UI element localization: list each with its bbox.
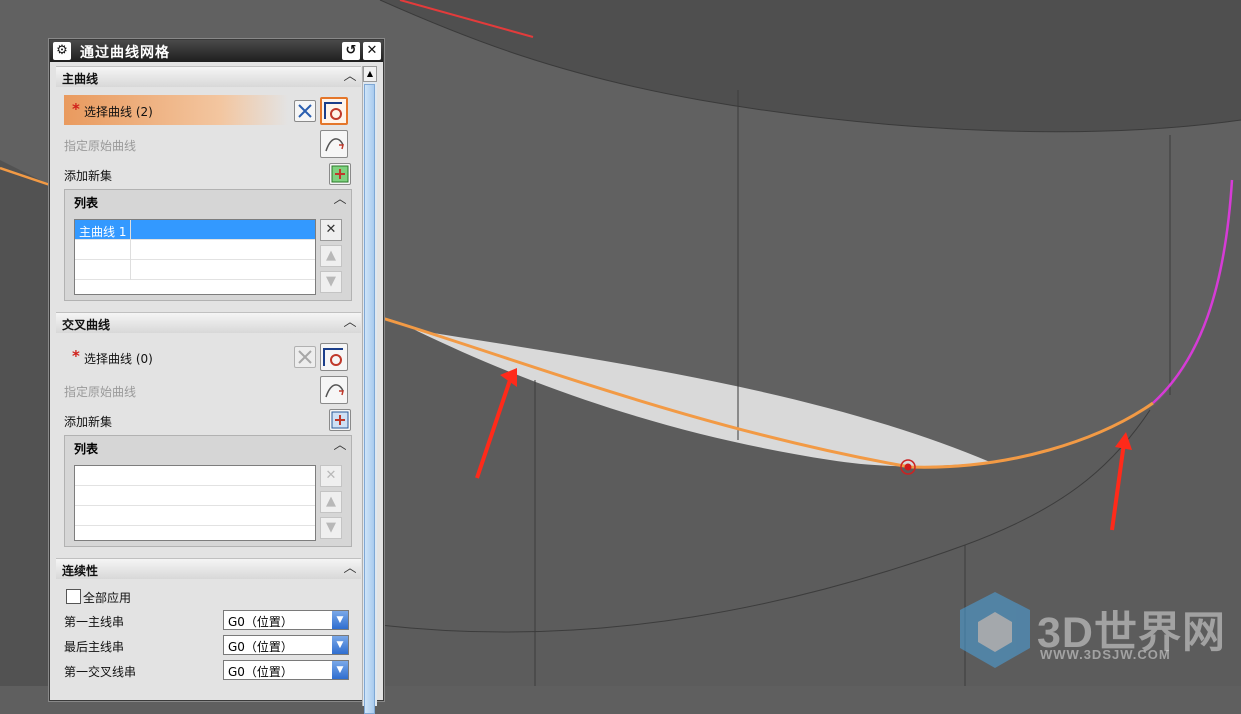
dialog-scrollbar[interactable]: ▲ [362,66,377,714]
last-main-string-label: 最后主线串 [64,640,125,654]
main-list-panel: 列表 ︿ 主曲线 1 ✕ ▲ ▼ [64,189,352,301]
add-new-set-button[interactable] [329,409,351,431]
main-curves-title: 主曲线 [62,72,99,86]
move-down-icon[interactable]: ▼ [320,517,342,539]
collapse-icon[interactable]: ︿ [331,191,349,209]
list-item-label: 主曲线 1 [79,225,127,239]
list-item[interactable]: 主曲线 1 [75,220,315,240]
list-item[interactable] [75,466,315,486]
first-cross-string-label: 第一交叉线串 [64,665,137,679]
move-up-icon[interactable]: ▲ [320,245,342,267]
close-icon[interactable]: ✕ [363,42,381,60]
first-main-string-select[interactable]: G0（位置） ▼ [223,610,349,630]
select-value: G0（位置） [228,665,293,679]
curve-rule-button[interactable] [320,97,348,125]
select-value: G0（位置） [228,640,293,654]
add-new-set-button[interactable] [329,163,351,185]
main-add-new-set-label: 添加新集 [64,169,113,183]
main-list-title: 列表 [74,196,99,210]
list-item[interactable] [75,486,315,506]
select-value: G0（位置） [228,615,293,629]
chevron-down-icon[interactable]: ▼ [332,661,348,679]
collapse-icon[interactable]: ︿ [341,68,359,86]
main-select-curve-row[interactable]: * 选择曲线 (2) [64,95,288,125]
deselect-curve-button[interactable] [294,100,316,122]
first-main-string-label: 第一主线串 [64,615,125,629]
collapse-icon[interactable]: ︿ [341,314,359,332]
list-item[interactable] [75,260,315,280]
remove-icon[interactable]: ✕ [320,465,342,487]
continuity-header[interactable]: 连续性 ︿ [56,558,361,579]
collapse-icon[interactable]: ︿ [341,560,359,578]
move-down-icon[interactable]: ▼ [320,271,342,293]
cross-select-curve-label: 选择曲线 (0) [84,352,153,366]
cross-list-title: 列表 [74,442,99,456]
apply-all-checkbox[interactable] [66,589,81,604]
specify-original-curve-button[interactable] [320,376,348,404]
cross-list-panel: 列表 ︿ ✕ ▲ ▼ [64,435,352,547]
continuity-title: 连续性 [62,564,99,578]
list-item[interactable] [75,240,315,260]
chevron-down-icon[interactable]: ▼ [332,636,348,654]
required-star-icon: * [72,100,80,118]
list-item[interactable] [75,506,315,526]
remove-icon[interactable]: ✕ [320,219,342,241]
cross-select-curve-row[interactable]: * 选择曲线 (0) [64,342,288,372]
first-cross-string-select[interactable]: G0（位置） ▼ [223,660,349,680]
cross-curve-list[interactable] [74,465,316,541]
scroll-up-icon[interactable]: ▲ [363,66,377,82]
cross-curves-title: 交叉曲线 [62,318,111,332]
cross-add-new-set-label: 添加新集 [64,415,113,429]
cross-curves-header[interactable]: 交叉曲线 ︿ [56,312,361,333]
chevron-down-icon[interactable]: ▼ [332,611,348,629]
cross-list-header[interactable]: 列表 ︿ [65,436,351,458]
scrollbar-thumb[interactable] [364,84,375,714]
main-curves-header[interactable]: 主曲线 ︿ [56,66,361,87]
last-main-string-select[interactable]: G0（位置） ▼ [223,635,349,655]
reset-icon[interactable]: ↺ [342,42,360,60]
apply-all-label: 全部应用 [83,591,132,605]
gear-icon[interactable]: ⚙ [53,42,71,60]
mesh-surface-dialog: ⚙ 通过曲线网格 ↺ ✕ 主曲线 ︿ * 选择曲线 (2) 指定原始曲线 添加新… [49,39,384,714]
collapse-icon[interactable]: ︿ [331,437,349,455]
move-up-icon[interactable]: ▲ [320,491,342,513]
cross-specify-original-label: 指定原始曲线 [64,385,137,399]
curve-rule-button[interactable] [320,343,348,371]
deselect-curve-button[interactable] [294,346,316,368]
main-list-header[interactable]: 列表 ︿ [65,190,351,212]
watermark-url: WWW.3DSJW.COM [1040,647,1171,662]
main-select-curve-label: 选择曲线 (2) [84,105,153,119]
main-specify-original-label: 指定原始曲线 [64,139,137,153]
dialog-title: 通过曲线网格 [80,45,170,61]
dialog-titlebar[interactable]: ⚙ 通过曲线网格 ↺ ✕ [50,40,383,62]
specify-original-curve-button[interactable] [320,130,348,158]
main-curve-list[interactable]: 主曲线 1 [74,219,316,295]
required-star-icon: * [72,347,80,365]
